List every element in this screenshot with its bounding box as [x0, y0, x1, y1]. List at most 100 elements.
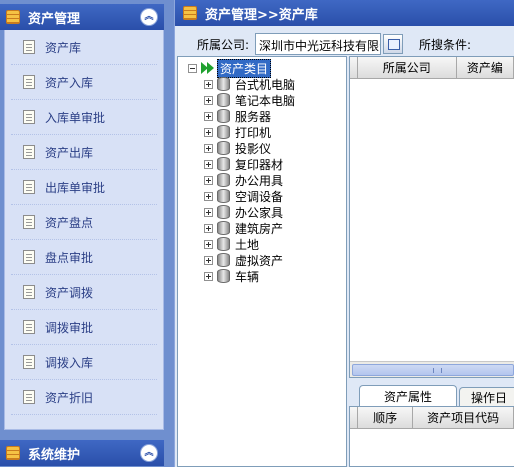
database-icon — [217, 125, 230, 139]
tree-node[interactable]: 投影仪 — [204, 140, 271, 156]
grid-header-spacer — [350, 407, 358, 428]
tree-node-label[interactable]: 服务器 — [235, 108, 271, 125]
grid-icon — [6, 446, 20, 460]
company-picker-button[interactable] — [383, 34, 404, 54]
tree-node-label[interactable]: 笔记本电脑 — [235, 92, 295, 109]
scrollbar-thumb[interactable] — [352, 364, 514, 376]
sidebar-item-transfer-approval[interactable]: 调拨审批 — [11, 310, 157, 345]
sidebar-item-label: 调拨入库 — [45, 355, 94, 370]
sidebar-item-asset-outbound[interactable]: 资产出库 — [11, 135, 157, 170]
tree-node-label[interactable]: 虚拟资产 — [235, 252, 283, 269]
database-icon — [217, 141, 230, 155]
sidebar-item-inbound-approval[interactable]: 入库单审批 — [11, 100, 157, 135]
collapse-icon[interactable]: ︽ — [140, 444, 158, 462]
database-icon — [217, 221, 230, 235]
expand-tree-icon[interactable] — [204, 191, 213, 201]
document-icon — [23, 215, 35, 229]
tree-node-label[interactable]: 车辆 — [235, 268, 259, 285]
tree-node[interactable]: 空调设备 — [204, 188, 283, 204]
document-icon — [23, 145, 35, 159]
company-input[interactable]: 深圳市中光远科技有限公司 — [255, 33, 382, 55]
sidebar-item-inventory-approval[interactable]: 盘点审批 — [11, 240, 157, 275]
expand-tree-icon[interactable] — [204, 111, 213, 121]
grid-column-company[interactable]: 所属公司 — [358, 57, 457, 78]
database-icon — [217, 189, 230, 203]
grid-header: 所属公司 资产编 — [350, 57, 514, 79]
collapse-icon[interactable]: ︽ — [140, 8, 158, 26]
expand-tree-icon[interactable] — [204, 95, 213, 105]
expand-tree-icon[interactable] — [204, 223, 213, 233]
tab-asset-attributes[interactable]: 资产属性 — [359, 385, 457, 407]
sidebar-item-label: 出库单审批 — [45, 180, 106, 195]
tree-node-label[interactable]: 复印器材 — [235, 156, 283, 173]
main-header: 资产管理>>资产库 — [175, 0, 514, 26]
sidebar-item-label: 调拨审批 — [45, 320, 94, 335]
tree-node[interactable]: 打印机 — [204, 124, 271, 140]
tree-node[interactable]: 建筑房产 — [204, 220, 283, 236]
tree-node-label[interactable]: 办公用具 — [235, 172, 283, 189]
tree-node-label[interactable]: 办公家具 — [235, 204, 283, 221]
tree-node-label[interactable]: 投影仪 — [235, 140, 271, 157]
sidebar-item-outbound-approval[interactable]: 出库单审批 — [11, 170, 157, 205]
grid-column-asset-code[interactable]: 资产编 — [457, 57, 514, 78]
document-icon — [23, 75, 35, 89]
tree-node[interactable]: 办公用具 — [204, 172, 283, 188]
tree-node[interactable]: 台式机电脑 — [204, 76, 295, 92]
grid-header-spacer — [350, 57, 358, 78]
expand-tree-icon[interactable] — [204, 175, 213, 185]
sidebar-item-asset-library[interactable]: 资产库 — [11, 30, 157, 65]
tree-node-label[interactable]: 空调设备 — [235, 188, 283, 205]
expand-tree-icon[interactable] — [204, 207, 213, 217]
detail-column-order[interactable]: 顺序 — [358, 407, 414, 428]
sidebar-item-label: 资产库 — [45, 40, 82, 55]
sidebar: 资产管理 ︽ 资产库 资产入库 入库单审批 资产出库 出库单审批 资产盘点 盘点… — [0, 0, 170, 467]
tree-node-label[interactable]: 打印机 — [235, 124, 271, 141]
tree-node[interactable]: 虚拟资产 — [204, 252, 283, 268]
company-label: 所属公司: — [197, 37, 250, 52]
tree-node-label[interactable]: 建筑房产 — [235, 220, 283, 237]
tree-node[interactable]: 服务器 — [204, 108, 271, 124]
asset-category-tree: 资产类目 台式机电脑 笔记本电脑 服务器 打印机 投影仪 复印器材 办公用具 空调设备 办公家具… — [177, 56, 347, 467]
sidebar-footer-title: 系统维护 — [28, 447, 81, 463]
tree-node[interactable]: 土地 — [204, 236, 259, 252]
sidebar-item-transfer-inbound[interactable]: 调拨入库 — [11, 345, 157, 380]
expand-tree-icon[interactable] — [204, 255, 213, 265]
sidebar-item-asset-inbound[interactable]: 资产入库 — [11, 65, 157, 100]
document-icon — [23, 40, 35, 54]
sidebar-item-asset-inventory[interactable]: 资产盘点 — [11, 205, 157, 240]
sidebar-item-label: 资产调拨 — [45, 285, 94, 300]
tree-node[interactable]: 复印器材 — [204, 156, 283, 172]
expand-tree-icon[interactable] — [204, 271, 213, 281]
horizontal-scrollbar[interactable] — [350, 361, 514, 377]
expand-tree-icon[interactable] — [204, 143, 213, 153]
database-icon — [217, 253, 230, 267]
collapse-tree-icon[interactable] — [188, 63, 197, 73]
sidebar-item-asset-depreciation[interactable]: 资产折旧 — [11, 380, 157, 415]
database-icon — [217, 109, 230, 123]
sidebar-header-title: 资产管理 — [28, 11, 81, 27]
asset-grid: 所属公司 资产编 — [349, 56, 514, 378]
expand-tree-icon[interactable] — [204, 79, 213, 89]
filter-bar: 所属公司: 深圳市中光远科技有限公司 所搜条件: — [175, 30, 514, 58]
document-icon — [23, 390, 35, 404]
tab-operation-log[interactable]: 操作日 — [459, 387, 514, 407]
tree-node-label[interactable]: 土地 — [235, 236, 259, 253]
sidebar-item-label: 资产折旧 — [45, 390, 94, 405]
tree-root[interactable]: 资产类目 — [188, 58, 272, 78]
tree-node[interactable]: 办公家具 — [204, 204, 283, 220]
database-icon — [217, 157, 230, 171]
sidebar-header-system-maintenance[interactable]: 系统维护 ︽ — [0, 440, 164, 466]
tree-node[interactable]: 笔记本电脑 — [204, 92, 295, 108]
expand-tree-icon[interactable] — [204, 159, 213, 169]
expand-tree-icon[interactable] — [204, 127, 213, 137]
document-icon — [23, 250, 35, 264]
sidebar-item-asset-transfer[interactable]: 资产调拨 — [11, 275, 157, 310]
detail-grid: 顺序 资产项目代码 — [349, 406, 514, 467]
tree-node[interactable]: 车辆 — [204, 268, 259, 284]
sidebar-menu: 资产库 资产入库 入库单审批 资产出库 出库单审批 资产盘点 盘点审批 资产调拨… — [4, 30, 164, 430]
detail-column-item-code[interactable]: 资产项目代码 — [413, 407, 514, 428]
tree-node-label[interactable]: 台式机电脑 — [235, 76, 295, 93]
document-icon — [23, 180, 35, 194]
sidebar-header-asset-management[interactable]: 资产管理 ︽ — [0, 4, 164, 30]
expand-tree-icon[interactable] — [204, 239, 213, 249]
